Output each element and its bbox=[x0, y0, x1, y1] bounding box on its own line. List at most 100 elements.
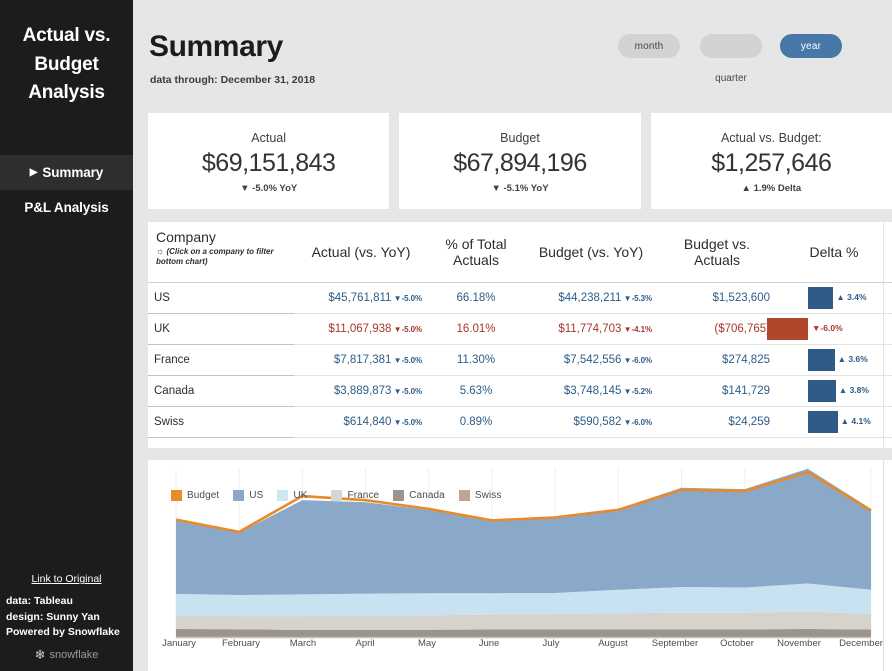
cell-budget-vs-actuals: $24,259 bbox=[658, 406, 776, 438]
column-header-budget-vs-actuals[interactable]: Budget vs. Actuals bbox=[658, 222, 776, 283]
table-filler-cell bbox=[776, 437, 892, 453]
triangle-right-icon: ▶ bbox=[29, 167, 38, 178]
legend-item-budget[interactable]: Budget bbox=[171, 490, 219, 501]
kpi-card-actual-vs-budget: Actual vs. Budget: $1,257,646 ▲ 1.9% Del… bbox=[650, 113, 892, 209]
table-row[interactable]: Swiss $614,840 ▼-5.0% 0.89% $590,582 ▼-6.0%… bbox=[148, 406, 892, 438]
column-header-delta-pct[interactable]: Delta % bbox=[776, 222, 892, 283]
sidebar-item-label: P&L Analysis bbox=[24, 200, 109, 215]
link-to-original[interactable]: Link to Original bbox=[4, 573, 129, 585]
cell-pct-of-total: 0.89% bbox=[428, 406, 524, 438]
x-axis-tick: October bbox=[720, 638, 754, 649]
legend-item-swiss[interactable]: Swiss bbox=[458, 490, 502, 501]
cell-budget-yoy: -5.3% bbox=[631, 293, 653, 303]
sidebar-item-pl-analysis[interactable]: P&L Analysis bbox=[0, 190, 133, 225]
monthly-area-chart-card: Budget US UK France Canada Swiss January… bbox=[148, 460, 892, 671]
table-filler-cell bbox=[428, 437, 524, 453]
legend-swatch-swiss bbox=[458, 490, 470, 501]
column-header-company[interactable]: Company ☼ (Click on a company to filter … bbox=[148, 222, 294, 283]
trend-down-icon: ▼ bbox=[621, 324, 632, 334]
cell-pct-of-total: 16.01% bbox=[428, 313, 524, 345]
toggle-year[interactable]: year bbox=[780, 34, 842, 58]
page-title: Summary bbox=[149, 30, 283, 63]
cell-delta-pct: ▲ 4.1% bbox=[776, 406, 892, 438]
legend-label: Swiss bbox=[474, 490, 502, 501]
delta-bar-label: ▲ 4.1% bbox=[840, 415, 871, 426]
cell-delta-pct: ▲ 3.6% bbox=[776, 344, 892, 376]
cell-company[interactable]: Swiss bbox=[148, 406, 294, 438]
cell-budget: $44,238,211 ▼-5.3% bbox=[524, 282, 658, 314]
cell-pct-of-total: 66.18% bbox=[428, 282, 524, 314]
area-series-us bbox=[176, 468, 871, 596]
kpi-value: $67,894,196 bbox=[453, 149, 587, 177]
toggle-month[interactable]: month bbox=[618, 34, 680, 58]
column-header-pct-total[interactable]: % of Total Actuals bbox=[428, 222, 524, 283]
legend-swatch-us bbox=[233, 490, 245, 501]
cell-budget-vs-actuals: $274,825 bbox=[658, 344, 776, 376]
dashboard-root: Actual vs. Budget Analysis ▶ Summary P&L… bbox=[0, 0, 892, 671]
x-axis-tick: January bbox=[162, 638, 196, 649]
table-row[interactable]: UK $11,067,938 ▼-5.0% 16.01% $11,774,703 ▼-… bbox=[148, 313, 892, 345]
legend-swatch-budget bbox=[171, 490, 182, 501]
cell-actual-yoy: -5.0% bbox=[401, 293, 423, 303]
kpi-value: $1,257,646 bbox=[711, 149, 832, 177]
sidebar-item-summary[interactable]: ▶ Summary bbox=[0, 155, 133, 190]
cell-actual-yoy: -5.0% bbox=[401, 386, 423, 396]
delta-bar-positive bbox=[808, 286, 834, 309]
table-filler-cell bbox=[658, 437, 776, 453]
sidebar: Actual vs. Budget Analysis ▶ Summary P&L… bbox=[0, 0, 133, 671]
cell-company[interactable]: UK bbox=[148, 313, 294, 345]
table-filler-row bbox=[148, 437, 892, 453]
x-axis-tick: July bbox=[542, 638, 560, 649]
x-axis-tick: May bbox=[418, 638, 436, 649]
cell-budget-yoy: -4.1% bbox=[631, 324, 653, 334]
trend-down-icon: ▼ bbox=[391, 355, 402, 365]
delta-bar-positive bbox=[808, 379, 836, 402]
legend-item-us[interactable]: US bbox=[233, 490, 263, 501]
snowflake-wordmark: snowflake bbox=[49, 649, 99, 661]
trend-down-icon: ▼ bbox=[621, 355, 632, 365]
kpi-delta: ▼ -5.1% YoY bbox=[491, 183, 549, 194]
table-row[interactable]: France $7,817,381 ▼-5.0% 11.30% $7,542,556 … bbox=[148, 344, 892, 376]
column-header-company-hint: ☼ (Click on a company to filter bottom c… bbox=[156, 246, 274, 267]
column-header-budget[interactable]: Budget (vs. YoY) bbox=[524, 222, 658, 283]
table-filler-cell bbox=[524, 437, 658, 453]
legend-item-uk[interactable]: UK bbox=[277, 490, 307, 501]
delta-bar-wrapper: ▲ 4.1% bbox=[782, 407, 892, 437]
cell-company[interactable]: US bbox=[148, 282, 294, 314]
cell-budget-vs-actuals: $1,523,600 bbox=[658, 282, 776, 314]
table-scroll-gutter[interactable] bbox=[883, 222, 892, 448]
trend-down-icon: ▼ bbox=[621, 293, 632, 303]
kpi-label: Actual vs. Budget: bbox=[720, 131, 822, 145]
trend-up-icon: ▲ bbox=[840, 415, 850, 426]
cell-actual: $3,889,873 ▼-5.0% bbox=[294, 375, 428, 407]
table-body: US $45,761,811 ▼-5.0% 66.18% $44,238,211 ▼-… bbox=[148, 282, 892, 453]
page-header: Summary data through: December 31, 2018 … bbox=[133, 0, 892, 105]
table-row[interactable]: US $45,761,811 ▼-5.0% 66.18% $44,238,211 ▼-… bbox=[148, 282, 892, 314]
table-header-row: Company ☼ (Click on a company to filter … bbox=[148, 222, 892, 283]
sidebar-footer: Link to Original data: Tableau design: S… bbox=[0, 573, 133, 663]
cell-budget: $590,582 ▼-6.0% bbox=[524, 406, 658, 438]
cursor-icon: ☼ bbox=[156, 246, 165, 256]
cell-actual: $7,817,381 ▼-5.0% bbox=[294, 344, 428, 376]
legend-label: UK bbox=[293, 490, 308, 501]
trend-down-icon: ▼ bbox=[391, 324, 402, 334]
delta-bar-label: ▲ 3.4% bbox=[836, 291, 867, 302]
cell-company[interactable]: France bbox=[148, 344, 294, 376]
toggle-quarter[interactable] bbox=[700, 34, 762, 58]
cell-delta-pct: ▲ 3.8% bbox=[776, 375, 892, 407]
cell-actual-yoy: -5.0% bbox=[401, 324, 423, 334]
legend-item-france[interactable]: France bbox=[331, 490, 379, 501]
cell-budget-value: $11,774,703 bbox=[558, 322, 622, 335]
sidebar-item-label: Summary bbox=[42, 165, 104, 180]
x-axis-tick: March bbox=[289, 638, 317, 649]
column-header-actual[interactable]: Actual (vs. YoY) bbox=[294, 222, 428, 283]
cell-budget: $3,748,145 ▼-5.2% bbox=[524, 375, 658, 407]
chart-legend: Budget US UK France Canada Swiss bbox=[171, 490, 515, 501]
chart-scroll-gutter[interactable] bbox=[883, 460, 892, 671]
cell-company[interactable]: Canada bbox=[148, 375, 294, 407]
kpi-label: Budget bbox=[500, 131, 540, 145]
legend-item-canada[interactable]: Canada bbox=[393, 490, 445, 501]
chart-x-axis: January February March April May June July Augu… bbox=[148, 638, 892, 660]
table-row[interactable]: Canada $3,889,873 ▼-5.0% 5.63% $3,748,145 ▼… bbox=[148, 375, 892, 407]
legend-label: Budget bbox=[187, 490, 220, 501]
